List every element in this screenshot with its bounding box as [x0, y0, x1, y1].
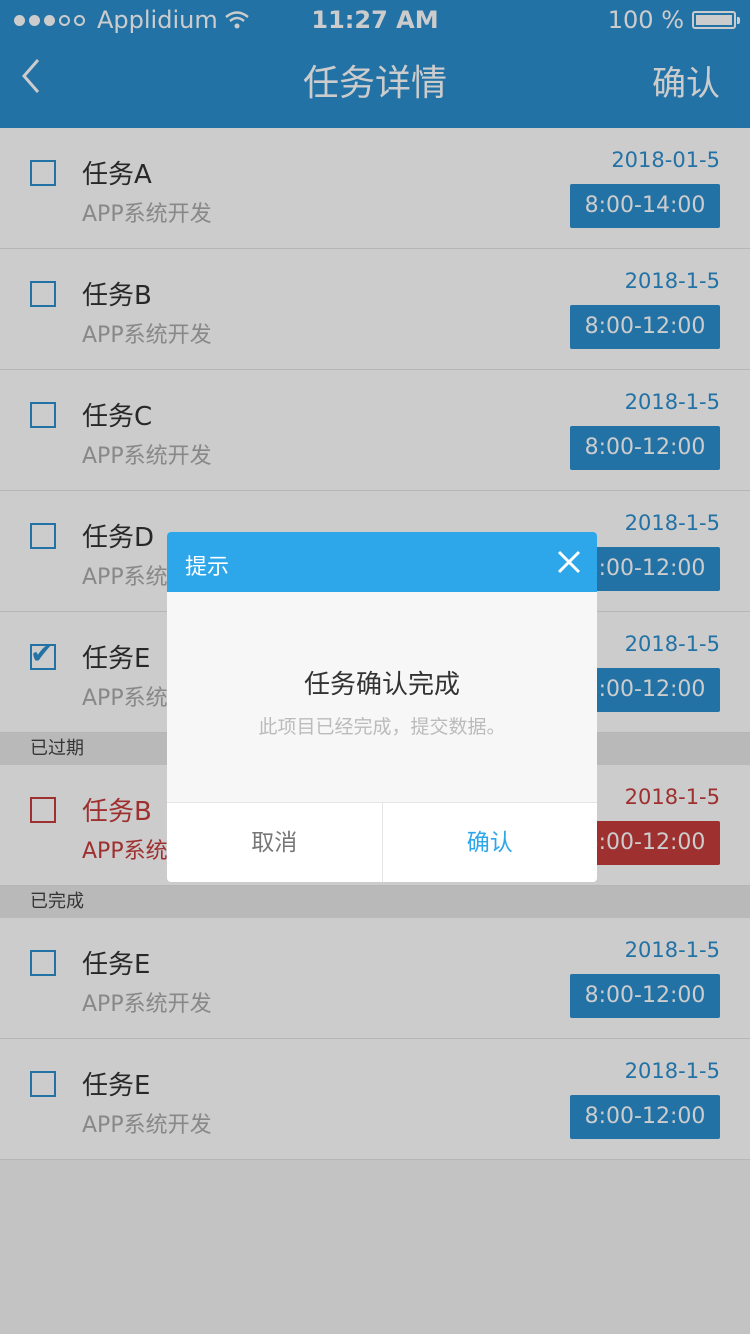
confirm-dialog: 提示 任务确认完成 此项目已经完成，提交数据。 取消 确认	[167, 532, 597, 882]
dialog-title: 提示	[185, 555, 230, 580]
dialog-sub-message: 此项目已经完成，提交数据。	[258, 716, 506, 738]
dialog-actions: 取消 确认	[167, 802, 597, 882]
dialog-body: 任务确认完成 此项目已经完成，提交数据。	[167, 592, 597, 802]
dialog-header: 提示	[167, 532, 597, 592]
dialog-message: 任务确认完成	[303, 670, 460, 700]
confirm-button[interactable]: 确认	[383, 803, 598, 882]
close-icon[interactable]	[555, 548, 583, 576]
cancel-button[interactable]: 取消	[167, 803, 383, 882]
